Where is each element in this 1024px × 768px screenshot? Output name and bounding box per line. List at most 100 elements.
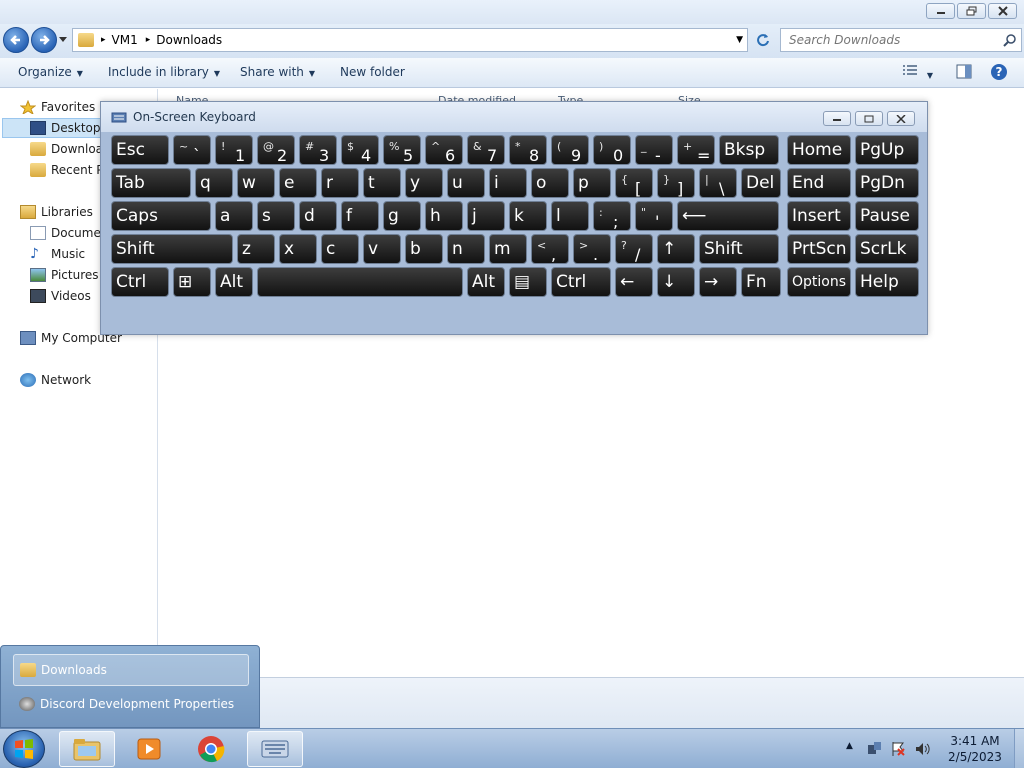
key-o[interactable]: o	[531, 168, 569, 198]
key-t[interactable]: t	[363, 168, 401, 198]
view-options-button[interactable]: ▼	[902, 64, 933, 81]
breadcrumb-downloads[interactable]: Downloads	[156, 33, 222, 47]
key-=[interactable]: + =	[677, 135, 715, 165]
key-r[interactable]: r	[321, 168, 359, 198]
sidebar-item-network[interactable]: Network	[20, 370, 91, 390]
key-f[interactable]: f	[341, 201, 379, 231]
system-clock[interactable]: 3:41 AM 2/5/2023	[940, 733, 1010, 765]
key-symbol[interactable]: ▤	[509, 267, 547, 297]
key-space[interactable]	[257, 267, 463, 297]
key-home[interactable]: Home	[787, 135, 851, 165]
key-;[interactable]: :;	[593, 201, 631, 231]
key-0[interactable]: ) 0	[593, 135, 631, 165]
key-alt[interactable]: Alt	[215, 267, 253, 297]
share-with-menu[interactable]: Share with ▼	[240, 65, 315, 79]
key--[interactable]: _ -	[635, 135, 673, 165]
osk-minimize-button[interactable]	[823, 111, 851, 126]
search-input[interactable]	[789, 33, 999, 47]
sidebar-item-pictures[interactable]: Pictures	[30, 265, 99, 285]
key-symbol[interactable]: →	[699, 267, 737, 297]
key-options[interactable]: Options	[787, 267, 851, 297]
key-ctrl[interactable]: Ctrl	[551, 267, 611, 297]
key-g[interactable]: g	[383, 201, 421, 231]
key-h[interactable]: h	[425, 201, 463, 231]
taskbar-explorer-button[interactable]	[59, 731, 115, 767]
key-alt[interactable]: Alt	[467, 267, 505, 297]
show-hidden-icons-button[interactable]: ▲	[846, 741, 853, 751]
key-][interactable]: }]	[657, 168, 695, 198]
sidebar-item-videos[interactable]: Videos	[30, 286, 91, 306]
new-folder-button[interactable]: New folder	[340, 65, 405, 79]
key-9[interactable]: (9	[551, 135, 589, 165]
key-'[interactable]: " '	[635, 201, 673, 231]
minimize-button[interactable]	[926, 3, 955, 19]
key-[[interactable]: {[	[615, 168, 653, 198]
jump-list-item-discord-properties[interactable]: Discord Development Properties	[13, 688, 249, 720]
key-scrlk[interactable]: ScrLk	[855, 234, 919, 264]
key-/[interactable]: ? /	[615, 234, 653, 264]
key-pause[interactable]: Pause	[855, 201, 919, 231]
key-x[interactable]: x	[279, 234, 317, 264]
key-pgdn[interactable]: PgDn	[855, 168, 919, 198]
key-j[interactable]: j	[467, 201, 505, 231]
key-m[interactable]: m	[489, 234, 527, 264]
key-u[interactable]: u	[447, 168, 485, 198]
key-i[interactable]: i	[489, 168, 527, 198]
taskbar-media-player-button[interactable]	[121, 731, 177, 767]
key-tab[interactable]: Tab	[111, 168, 191, 198]
key-2[interactable]: @2	[257, 135, 295, 165]
key-w[interactable]: w	[237, 168, 275, 198]
key-pgup[interactable]: PgUp	[855, 135, 919, 165]
search-box[interactable]	[780, 28, 1022, 52]
key-symbol[interactable]: ↑	[657, 234, 695, 264]
breadcrumb-arrow-icon[interactable]: ▸	[101, 35, 106, 45]
key-8[interactable]: * 8	[509, 135, 547, 165]
key-prtscn[interactable]: PrtScn	[787, 234, 851, 264]
key-p[interactable]: p	[573, 168, 611, 198]
forward-button[interactable]	[31, 27, 57, 53]
key-symbol[interactable]: ←	[615, 267, 653, 297]
key-symbol[interactable]: ↓	[657, 267, 695, 297]
jump-list-item-downloads[interactable]: Downloads	[13, 654, 249, 686]
key-3[interactable]: #3	[299, 135, 337, 165]
key-z[interactable]: z	[237, 234, 275, 264]
restore-button[interactable]	[957, 3, 986, 19]
sidebar-item-favorites[interactable]: Favorites	[20, 97, 95, 117]
key-a[interactable]: a	[215, 201, 253, 231]
show-desktop-button[interactable]	[1014, 729, 1024, 768]
key-v[interactable]: v	[363, 234, 401, 264]
osk-restore-button[interactable]	[855, 111, 883, 126]
key-l[interactable]: l	[551, 201, 589, 231]
organize-menu[interactable]: Organize ▼	[18, 65, 83, 79]
key-ctrl[interactable]: Ctrl	[111, 267, 169, 297]
key-backslash[interactable]: | \	[699, 168, 737, 198]
close-button[interactable]	[988, 3, 1017, 19]
key-5[interactable]: % 5	[383, 135, 421, 165]
key-e[interactable]: e	[279, 168, 317, 198]
key-fn[interactable]: Fn	[741, 267, 781, 297]
key-insert[interactable]: Insert	[787, 201, 851, 231]
search-icon[interactable]	[1003, 33, 1017, 47]
help-button[interactable]: ?	[990, 63, 1008, 84]
breadcrumb-arrow-icon[interactable]: ▸	[146, 35, 151, 45]
key-esc[interactable]: Esc	[111, 135, 169, 165]
key-c[interactable]: c	[321, 234, 359, 264]
back-button[interactable]	[3, 27, 29, 53]
key-help[interactable]: Help	[855, 267, 919, 297]
key-q[interactable]: q	[195, 168, 233, 198]
key-symbol[interactable]: ⊞	[173, 267, 211, 297]
key-del[interactable]: Del	[741, 168, 781, 198]
breadcrumb-vm1[interactable]: VM1	[112, 33, 138, 47]
address-bar[interactable]: ▸ VM1 ▸ Downloads ▼	[72, 28, 748, 52]
volume-icon[interactable]	[914, 741, 930, 757]
action-center-flag-icon[interactable]	[890, 741, 906, 757]
start-button[interactable]	[3, 730, 45, 768]
key-n[interactable]: n	[447, 234, 485, 264]
sidebar-item-libraries[interactable]: Libraries	[20, 202, 93, 222]
key-shift[interactable]: Shift	[111, 234, 233, 264]
key-`[interactable]: ~ `	[173, 135, 211, 165]
recent-pages-chevron-icon[interactable]	[59, 37, 67, 43]
key-b[interactable]: b	[405, 234, 443, 264]
key-y[interactable]: y	[405, 168, 443, 198]
key-6[interactable]: ^ 6	[425, 135, 463, 165]
